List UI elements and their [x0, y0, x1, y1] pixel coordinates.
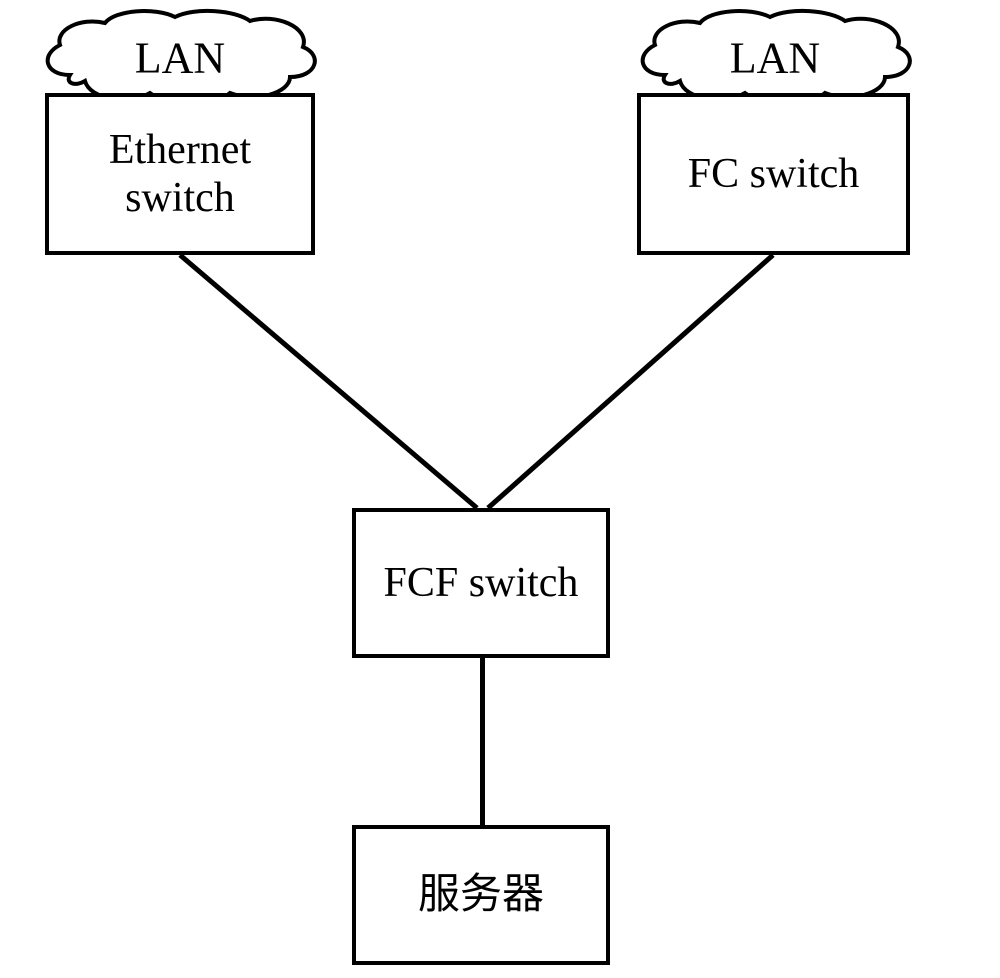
lan-label-right: LAN — [730, 32, 820, 83]
server-box: 服务器 — [352, 825, 610, 965]
fcf-switch-box: FCF switch — [352, 508, 610, 658]
lan-label-left: LAN — [135, 32, 225, 83]
ethernet-switch-box: Ethernet switch — [45, 93, 315, 255]
fc-switch-label: FC switch — [688, 150, 860, 198]
fc-switch-box: FC switch — [637, 93, 910, 255]
fcf-switch-label: FCF switch — [384, 559, 579, 607]
connector-fcf-to-server — [480, 658, 485, 825]
server-label: 服务器 — [418, 871, 544, 919]
ethernet-switch-label: Ethernet switch — [109, 126, 251, 223]
